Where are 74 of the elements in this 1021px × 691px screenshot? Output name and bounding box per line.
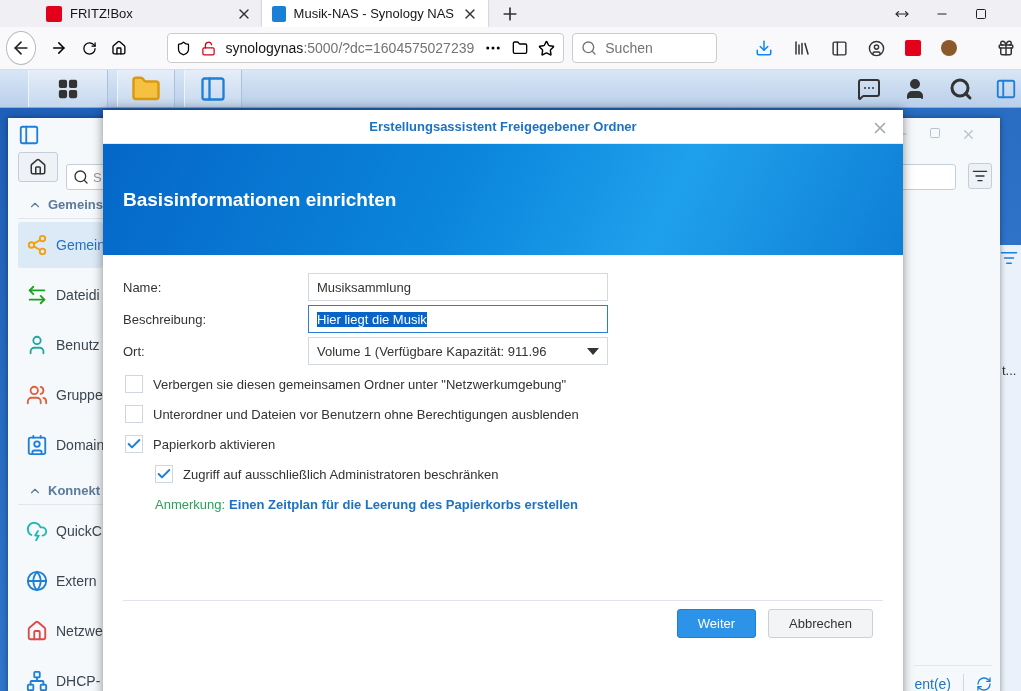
note-label: Anmerkung: — [155, 496, 226, 512]
bookmark-star-icon[interactable] — [538, 39, 556, 57]
gift-icon[interactable] — [997, 39, 1015, 57]
sidebar-item[interactable]: DHCP- — [18, 658, 103, 691]
filter-icon — [972, 168, 988, 184]
checkbox-label: Verbergen sie diesen gemeinsamen Ordner unter "Netzwerkumgebung" — [153, 376, 567, 392]
checkbox-label: Zugriff auf ausschließlich Administratoren beschränken — [183, 466, 499, 482]
field-label: Name: — [123, 279, 163, 295]
group-icon — [26, 384, 48, 406]
field-label: Ort: — [123, 343, 146, 359]
back-button[interactable] — [6, 31, 37, 65]
sidebar-item[interactable]: Dateidi — [18, 272, 103, 318]
checkbox[interactable] — [155, 465, 173, 483]
sidebar-item[interactable]: Gemein — [18, 222, 103, 268]
home-button[interactable] — [18, 152, 58, 182]
site-icon — [46, 5, 62, 22]
app-icon — [18, 123, 40, 146]
maximize-icon[interactable] — [975, 7, 987, 20]
control-panel-button[interactable] — [184, 70, 242, 107]
sidebar-item[interactable]: Benutz — [18, 322, 103, 368]
home-icon — [29, 158, 47, 176]
sidebar-item[interactable]: Gruppe — [18, 372, 103, 418]
globe-icon — [26, 570, 48, 592]
checkbox[interactable] — [125, 405, 143, 423]
search-icon — [581, 40, 598, 56]
input-field[interactable]: Hier liegt die Musik — [308, 305, 608, 333]
location-dropdown[interactable]: Volume 1 (Verfügbare Kapazität: 911.96 — [308, 337, 608, 365]
dropdown-arrow-icon — [587, 347, 599, 355]
filter-button[interactable] — [968, 163, 992, 189]
sidebar-item[interactable]: Netzwe — [18, 608, 103, 654]
sidebar-icon[interactable] — [831, 39, 848, 57]
schedule-link[interactable]: Einen Zeitplan für die Leerung des Papierkorbs erstellen — [229, 496, 579, 512]
main-menu-button[interactable] — [28, 70, 108, 107]
chat-icon[interactable] — [857, 76, 881, 101]
address-field[interactable]: synologynas:5000/?dc=1604575027239 — [166, 33, 565, 63]
home-icon[interactable] — [110, 39, 127, 57]
library-icon[interactable] — [793, 39, 811, 57]
step-heading: Basisinformationen einrichten — [123, 188, 397, 211]
search-icon — [73, 169, 89, 185]
lock-icon — [200, 40, 216, 56]
filter-icon[interactable] — [1000, 249, 1018, 267]
checkbox[interactable] — [125, 435, 143, 453]
truncated-text: t... — [1001, 363, 1018, 378]
dialog-title: Erstellungsassistent Freigegebener Ordner — [369, 119, 637, 134]
network-icon — [26, 670, 48, 691]
checkbox[interactable] — [125, 375, 143, 393]
field-label: Beschreibung: — [123, 311, 208, 327]
sidebar-item[interactable]: Domain — [18, 422, 103, 468]
browser-tab[interactable]: FRITZ!Box — [36, 0, 262, 27]
control-panel-icon — [199, 74, 227, 103]
shared-folder-icon — [26, 234, 48, 256]
checkbox-label: Papierkorb aktivieren — [153, 436, 276, 452]
url-host: synologynas — [225, 40, 304, 56]
search-icon[interactable] — [949, 76, 973, 101]
account-icon[interactable] — [868, 39, 885, 57]
shield-icon — [175, 40, 191, 56]
search-field[interactable]: Suchen — [572, 33, 717, 63]
contact-card-icon — [26, 434, 48, 456]
url-path: :5000/?dc=1604575027239 — [303, 40, 475, 56]
cancel-button[interactable]: Abbrechen — [768, 609, 873, 638]
network-house-icon — [26, 620, 48, 642]
status-text: ent(e) — [914, 676, 951, 691]
grid-icon — [57, 77, 79, 100]
site-icon — [272, 5, 286, 22]
download-icon[interactable] — [755, 39, 773, 57]
reload-icon[interactable] — [81, 39, 97, 57]
sidebar-item[interactable]: Extern — [18, 558, 103, 604]
browser-tab[interactable]: Musik-NAS - Synology NAS — [262, 0, 488, 27]
refresh-icon[interactable] — [976, 676, 992, 691]
input-field[interactable]: Musiksammlung — [308, 273, 608, 301]
sidebar-item[interactable]: QuickC — [18, 508, 103, 554]
cloud-lightning-icon — [26, 520, 48, 542]
checkbox-label: Unterordner und Dateien vor Benutzern ohne Berechtigungen ausblenden — [153, 406, 579, 422]
file-services-icon — [26, 284, 48, 306]
